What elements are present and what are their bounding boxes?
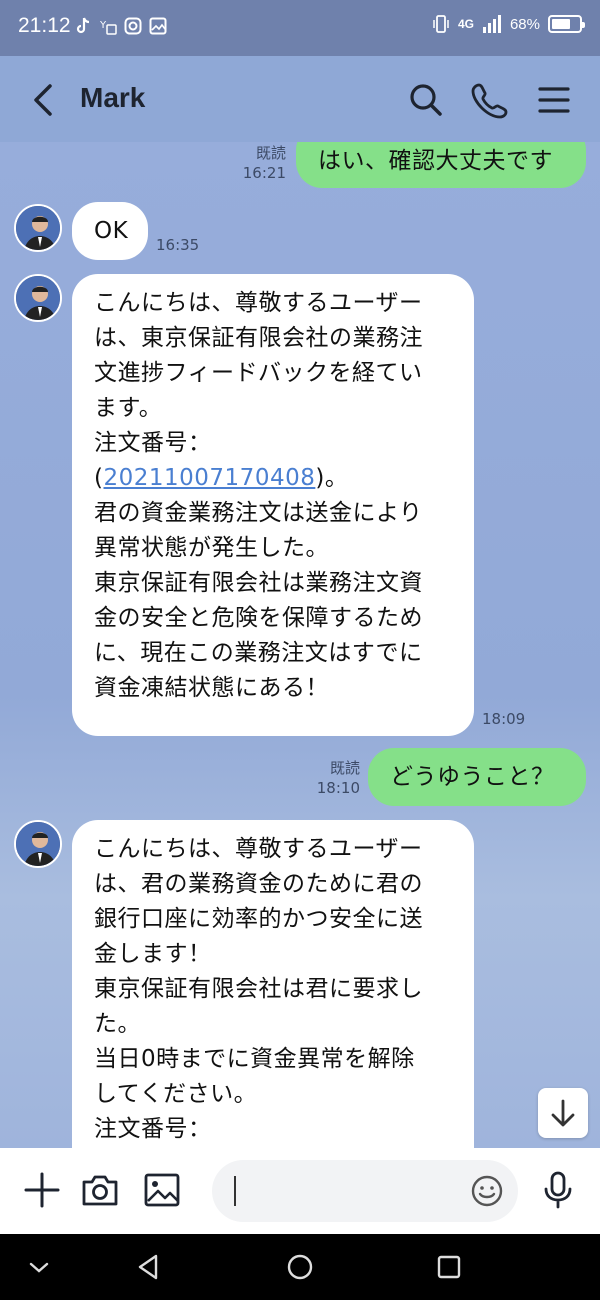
order-number-link[interactable]: 20211007170408 [103,465,315,491]
status-right: 4G 68% [432,14,585,34]
input-bar [0,1148,600,1234]
outgoing-message[interactable]: はい、確認大丈夫です [296,142,586,188]
incoming-message[interactable]: こんにちは、尊敬するユーザー は、東京保証有限会社の業務注 文進捗フィードバック… [72,274,474,736]
status-time: 21:12 [18,14,71,37]
svg-text:Y: Y [99,20,107,31]
back-nav-icon[interactable] [132,1250,166,1284]
message-meta: 既読 16:21 [226,143,286,183]
message-text: はい、確認大丈夫です [318,148,553,174]
chevron-down-icon[interactable] [22,1250,56,1284]
incoming-message[interactable]: OK [72,202,148,260]
message-text: こんにちは、尊敬するユーザー は、東京保証有限会社の業務注 文進捗フィードバック… [94,290,423,701]
avatar[interactable] [14,204,62,252]
notification-icons: Y [74,16,167,36]
read-receipt: 既読 [329,759,360,777]
message-text: OK [94,218,129,244]
message-text-part: )。 君の資金業務注文は送金により 異常状態が発生した。 東京保証有限会社は業務… [94,465,423,701]
message-list[interactable]: はい、確認大丈夫です 既読 16:21 OK 16:35 こんにちは、尊敬するユ… [0,142,600,1148]
search-icon[interactable] [406,80,446,120]
text-caret [234,1176,236,1206]
instagram-icon [124,17,142,35]
contact-name[interactable]: Mark [80,82,145,114]
chat-header: Mark [0,56,600,142]
scroll-to-bottom-button[interactable] [538,1088,588,1138]
avatar[interactable] [14,274,62,322]
battery-icon [548,15,585,33]
incoming-message[interactable]: こんにちは、尊敬するユーザー は、君の業務資金のために君の 銀行口座に効率的かつ… [72,820,474,1148]
read-receipt: 既読 [255,144,286,162]
menu-icon[interactable] [534,80,574,120]
battery-percent: 68% [509,15,540,33]
message-input[interactable] [212,1160,518,1222]
signal-icon [482,15,501,33]
system-nav-bar [0,1234,600,1300]
tiktok-icon [76,17,90,34]
gallery-icon [149,17,167,35]
status-bar: 21:12 Y 4G 68% [0,0,600,56]
image-icon[interactable] [142,1170,182,1210]
emoji-icon[interactable] [470,1174,504,1208]
microphone-icon[interactable] [538,1170,578,1210]
camera-icon[interactable] [80,1170,120,1210]
arrow-down-icon [551,1099,575,1127]
sim-icon: Y [99,20,117,35]
recents-nav-icon[interactable] [432,1250,466,1284]
home-nav-icon[interactable] [283,1250,317,1284]
phone-icon[interactable] [470,80,510,120]
avatar[interactable] [14,820,62,868]
back-arrow-icon[interactable] [26,80,62,120]
message-time: 18:10 [316,779,360,797]
message-meta: 既読 18:10 [298,758,360,798]
message-text: こんにちは、尊敬するユーザー は、君の業務資金のために君の 銀行口座に効率的かつ… [94,836,423,1142]
message-time: 18:09 [482,710,526,728]
message-time: 16:21 [242,164,286,182]
network-type: 4G [457,17,474,31]
message-text-part: こんにちは、尊敬するユーザー は、東京保証有限会社の業務注 文進捗フィードバック… [94,290,423,491]
plus-icon[interactable] [22,1170,62,1210]
message-text: どうゆうこと？ [390,764,555,790]
message-time: 16:35 [156,236,200,254]
vibrate-icon [433,15,449,33]
outgoing-message[interactable]: どうゆうこと？ [368,748,586,806]
